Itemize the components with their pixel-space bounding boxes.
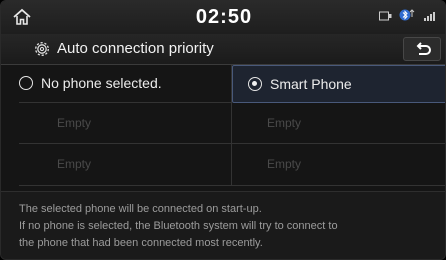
- radio-button-unselected[interactable]: [19, 76, 33, 90]
- empty-slot: Empty: [19, 144, 232, 186]
- back-arrow-icon: [416, 42, 431, 55]
- signal-status-icon: [423, 8, 437, 26]
- media-status-icon: [379, 8, 393, 26]
- page-title: Auto connection priority: [57, 40, 214, 57]
- empty-slot: Empty: [232, 103, 445, 144]
- empty-slot-label: Empty: [57, 157, 92, 171]
- option-no-phone[interactable]: No phone selected.: [19, 65, 232, 103]
- empty-slot-label: Empty: [267, 116, 302, 130]
- screen: 02:50 Auto connection priority No phone …: [0, 0, 446, 260]
- bluetooth-status-icon: [399, 8, 417, 26]
- empty-slot: Empty: [232, 144, 445, 186]
- description-line: If no phone is selected, the Bluetooth s…: [19, 220, 338, 232]
- option-label: Smart Phone: [270, 76, 352, 92]
- status-bar: 02:50: [1, 1, 445, 34]
- phone-priority-list: No phone selected. Smart Phone Empty Emp…: [19, 65, 445, 187]
- description-line: The selected phone will be connected on …: [19, 203, 262, 215]
- back-button[interactable]: [403, 37, 441, 61]
- title-bar: Auto connection priority: [1, 34, 445, 65]
- empty-slot-label: Empty: [267, 157, 302, 171]
- description-panel: The selected phone will be connected on …: [1, 191, 445, 259]
- option-label: No phone selected.: [41, 75, 162, 91]
- gear-icon: [33, 40, 51, 58]
- empty-slot-label: Empty: [57, 116, 92, 130]
- option-smart-phone[interactable]: Smart Phone: [232, 65, 445, 103]
- description-line: the phone that had been connected most r…: [19, 237, 263, 249]
- empty-slot: Empty: [19, 103, 232, 144]
- radio-button-selected[interactable]: [248, 77, 262, 91]
- status-icons: [379, 8, 437, 26]
